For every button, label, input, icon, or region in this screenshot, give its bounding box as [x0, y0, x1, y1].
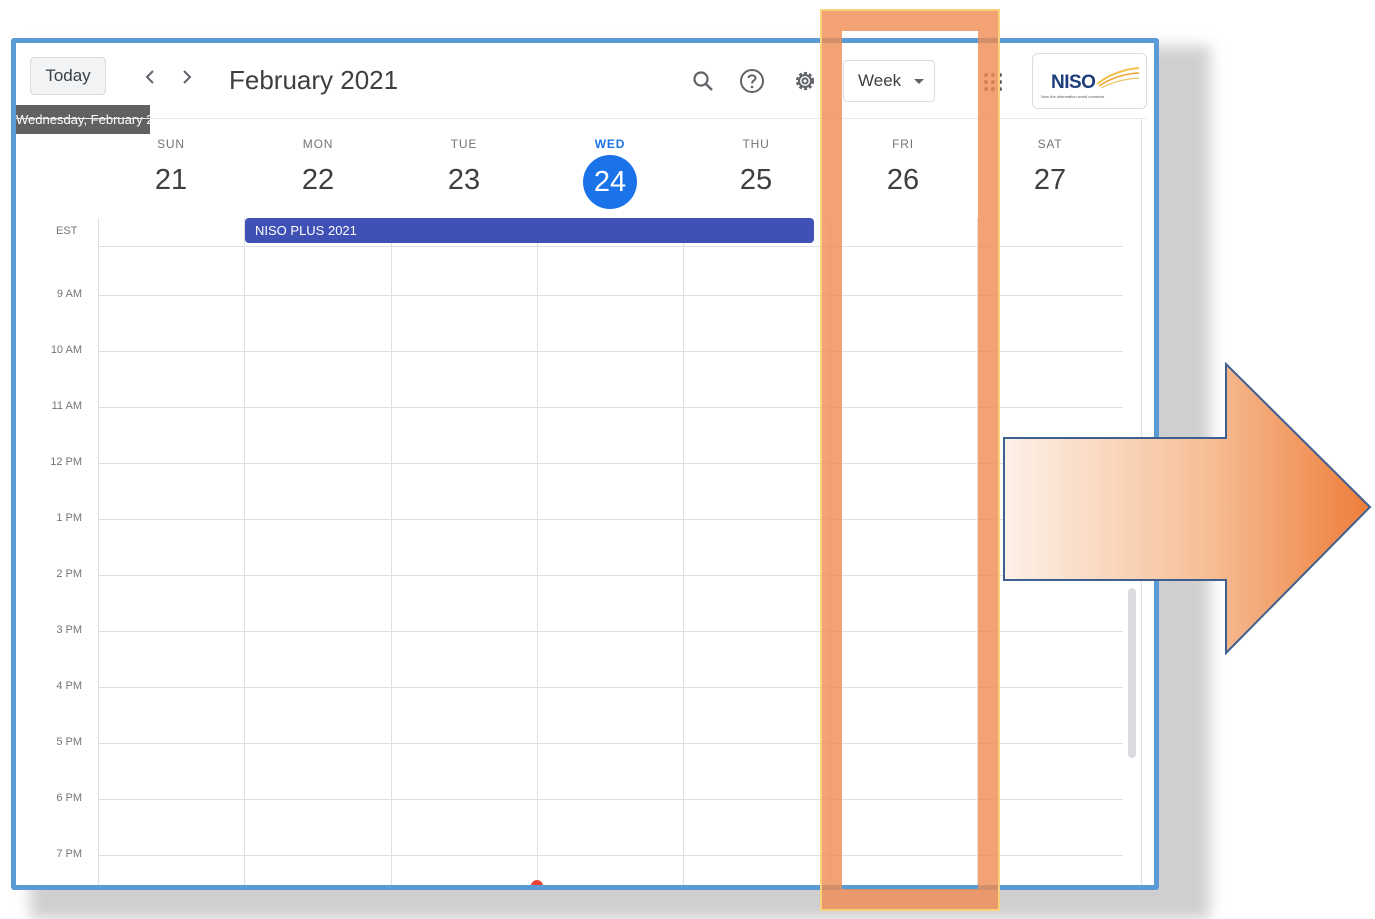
- day-header-thu[interactable]: THU 25: [683, 137, 829, 200]
- gear-icon: [795, 71, 815, 91]
- time-label: 4 PM: [56, 680, 82, 692]
- day-name: MON: [302, 137, 334, 151]
- day-name: TUE: [450, 137, 478, 151]
- day-number[interactable]: 24: [537, 155, 683, 209]
- day-number[interactable]: 23: [391, 160, 537, 200]
- time-label: 6 PM: [56, 792, 82, 804]
- next-week-button[interactable]: [175, 65, 199, 89]
- day-name: THU: [742, 137, 770, 151]
- grid-column-line: [98, 218, 99, 885]
- prev-week-button[interactable]: [138, 65, 162, 89]
- day-name: WED: [594, 137, 626, 151]
- page-title: February 2021: [229, 65, 399, 95]
- grid-column-line: [683, 218, 684, 885]
- time-label: 5 PM: [56, 736, 82, 748]
- time-label: 1 PM: [56, 512, 82, 524]
- today-indicator[interactable]: 24: [583, 155, 637, 209]
- logo-text: NISO: [1051, 72, 1096, 93]
- today-button[interactable]: Today: [30, 57, 106, 95]
- time-label: 7 PM: [56, 848, 82, 860]
- current-time-indicator: [531, 880, 543, 885]
- timezone-label: EST: [56, 225, 78, 237]
- date-tooltip: Wednesday, February 24: [16, 105, 150, 134]
- help-button[interactable]: [738, 67, 766, 95]
- time-label: 12 PM: [50, 456, 82, 468]
- friday-highlight-box: [820, 9, 1000, 911]
- help-icon: [740, 69, 764, 93]
- day-name: SUN: [157, 137, 185, 151]
- search-icon: [693, 71, 713, 91]
- day-number[interactable]: 25: [683, 160, 829, 200]
- day-header-mon[interactable]: MON 22: [245, 137, 391, 200]
- chevron-left-icon: [145, 70, 154, 84]
- allday-event[interactable]: NISO PLUS 2021: [245, 218, 814, 243]
- time-label: 10 AM: [50, 344, 82, 356]
- time-label: 9 AM: [56, 288, 82, 300]
- day-number[interactable]: 21: [98, 160, 244, 200]
- logo-swoosh: [1096, 67, 1140, 89]
- time-label: 3 PM: [56, 624, 82, 636]
- chevron-right-icon: [183, 70, 192, 84]
- day-header-wed[interactable]: WED 24: [537, 137, 683, 209]
- day-header-tue[interactable]: TUE 23: [391, 137, 537, 200]
- logo-subtitle: Now the information world connects: [1041, 94, 1105, 99]
- grid-column-line: [244, 218, 245, 885]
- day-header-sun[interactable]: SUN 21: [98, 137, 244, 200]
- settings-button[interactable]: [791, 67, 819, 95]
- grid-column-line: [537, 218, 538, 885]
- account-logo[interactable]: NISO Now the information world connects: [1032, 53, 1147, 109]
- grid-column-line: [391, 218, 392, 885]
- search-button[interactable]: [689, 67, 717, 95]
- arrow-right-icon: [1003, 362, 1372, 656]
- time-label: 11 AM: [51, 400, 82, 412]
- time-label: 2 PM: [56, 568, 82, 580]
- day-number[interactable]: 22: [245, 160, 391, 200]
